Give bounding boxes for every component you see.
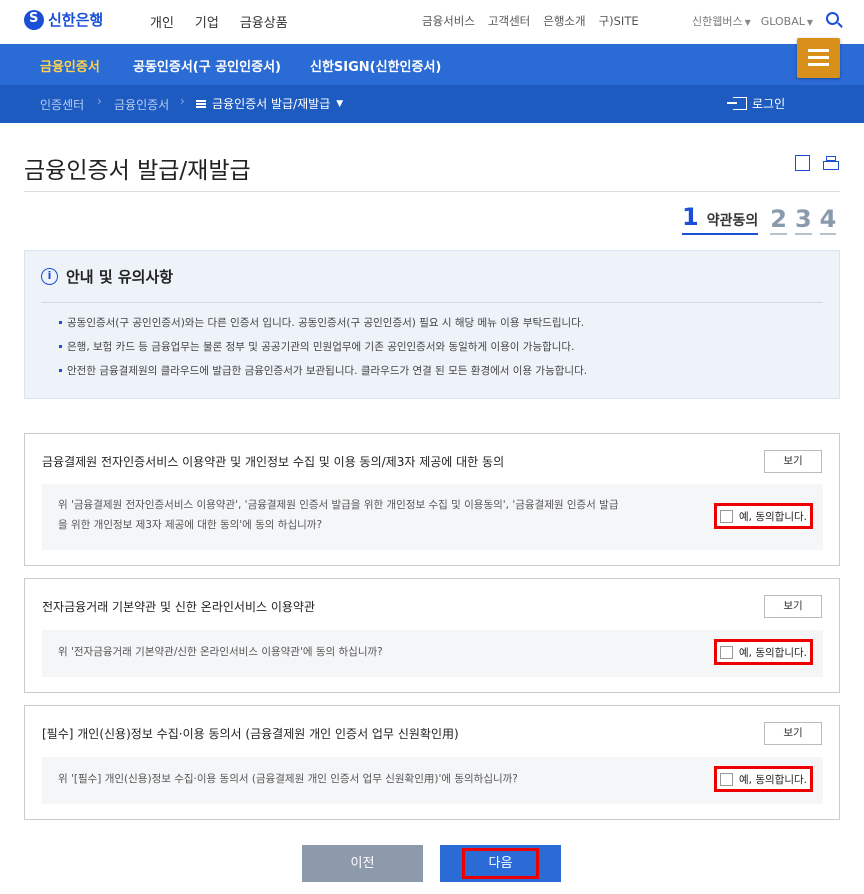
right-utility: 신한웹버스 ▼ GLOBAL ▼	[692, 13, 813, 29]
notice-box: i 안내 및 유의사항 공동인증서(구 공인인증서)와는 다른 인증서 입니다.…	[24, 250, 840, 399]
utility-links: 금융서비스 고객센터 은행소개 구)SITE	[422, 13, 639, 29]
chevron-right-icon: ›	[97, 94, 102, 108]
logo-mark-icon	[24, 9, 44, 30]
agreement-title: 금융결제원 전자인증서비스 이용약관 및 개인정보 수집 및 이용 동의/제3자…	[42, 455, 505, 469]
page-title: 금융인증서 발급/재발급	[24, 158, 251, 184]
step-current: 1 약관동의	[682, 203, 759, 235]
tab-joint-cert[interactable]: 공동인증서(구 공인인증서)	[133, 56, 281, 75]
divider	[24, 191, 840, 192]
view-terms-button[interactable]: 보기	[764, 450, 822, 473]
breadcrumb: 인증센터 › 금융인증서 › 금융인증서 발급/재발급 ▼ 로그인	[0, 85, 864, 123]
view-terms-button[interactable]: 보기	[764, 722, 822, 745]
agreement-question-line: 위 '금융결제원 전자인증서비스 이용약관', '금융결제원 인증서 발급을 위…	[58, 499, 619, 511]
family-site-dropdown[interactable]: 신한웹버스 ▼	[692, 13, 751, 29]
tab-shinhan-sign[interactable]: 신한SIGN(신한인증서)	[310, 56, 441, 75]
text-size-icon[interactable]	[795, 155, 810, 171]
family-site-label: 신한웹버스	[692, 15, 743, 28]
divider	[41, 302, 823, 303]
chevron-down-icon: ▼	[806, 17, 814, 27]
gnb-products[interactable]: 금융상품	[240, 12, 288, 31]
menu-icon	[808, 49, 829, 52]
breadcrumb-cert-center[interactable]: 인증센터	[40, 96, 84, 113]
agreement-question: 위 '금융결제원 전자인증서비스 이용약관', '금융결제원 인증서 발급을 위…	[58, 495, 619, 535]
checkbox[interactable]	[720, 645, 733, 659]
top-bar: 신한은행 개인 기업 금융상품 금융서비스 고객센터 은행소개 구)SITE 신…	[0, 0, 864, 44]
step-indicator: 1 약관동의 2 3 4	[682, 203, 837, 235]
agreement-question: 위 '[필수] 개인(신용)정보 수집·이용 동의서 (금융결제원 개인 인증서…	[58, 773, 518, 785]
list-item: 은행, 보험 카드 등 금융업무는 물론 정부 및 공공기관의 민원업무에 기존…	[59, 339, 587, 363]
agreement-section: [필수] 개인(신용)정보 수집·이용 동의서 (금융결제원 개인 인증서 업무…	[24, 705, 840, 820]
language-label: GLOBAL	[760, 14, 805, 28]
list-item: 안전한 금융결제원의 클라우드에 발급한 금융인증서가 보관됩니다. 클라우드가…	[59, 363, 587, 387]
chevron-down-icon: ▼	[744, 18, 751, 27]
util-financial-services[interactable]: 금융서비스	[422, 13, 475, 29]
notice-list: 공동인증서(구 공인인증서)와는 다른 인증서 입니다. 공동인증서(구 공인인…	[59, 315, 587, 387]
step-4: 4	[819, 205, 837, 235]
list-icon	[196, 99, 206, 108]
primary-tabs: 금융인증서 공동인증서(구 공인인증서) 신한SIGN(신한인증서)	[0, 38, 864, 85]
language-dropdown[interactable]: GLOBAL ▼	[761, 15, 813, 28]
agreement-question-box: 위 '전자금융거래 기본약관/신한 온라인서비스 이용약관'에 동의 하십니까?…	[42, 630, 823, 677]
checkbox[interactable]	[720, 772, 733, 786]
gnb-business[interactable]: 기업	[195, 12, 219, 31]
shinhan-logo[interactable]: 신한은행	[24, 9, 103, 30]
menu-icon-bar	[808, 63, 829, 66]
prev-button[interactable]: 이전	[302, 845, 423, 882]
agree-label: 예, 동의합니다.	[739, 510, 807, 523]
step-label: 약관동의	[706, 213, 759, 229]
info-icon: i	[41, 268, 58, 285]
gnb-personal[interactable]: 개인	[150, 12, 174, 31]
agreement-question: 위 '전자금융거래 기본약관/신한 온라인서비스 이용약관'에 동의 하십니까?	[58, 646, 383, 658]
agreement-title: [필수] 개인(신용)정보 수집·이용 동의서 (금융결제원 개인 인증서 업무…	[42, 727, 459, 741]
step-3: 3	[794, 205, 812, 235]
util-about-bank[interactable]: 은행소개	[543, 13, 585, 29]
menu-icon-bar	[808, 56, 829, 59]
breadcrumb-current-label: 금융인증서 발급/재발급	[212, 97, 331, 111]
agree-label: 예, 동의합니다.	[739, 646, 807, 659]
agree-checkbox[interactable]: 예, 동의합니다.	[714, 639, 813, 665]
agreement-question-box: 위 '금융결제원 전자인증서비스 이용약관', '금융결제원 인증서 발급을 위…	[42, 484, 823, 550]
agreement-question-box: 위 '[필수] 개인(신용)정보 수집·이용 동의서 (금융결제원 개인 인증서…	[42, 757, 823, 804]
login-icon	[727, 97, 747, 110]
agreement-section: 전자금융거래 기본약관 및 신한 온라인서비스 이용약관 보기 위 '전자금융거…	[24, 578, 840, 693]
tab-financial-cert[interactable]: 금융인증서	[40, 56, 100, 75]
util-old-site[interactable]: 구)SITE	[599, 13, 639, 29]
breadcrumb-financial-cert[interactable]: 금융인증서	[114, 96, 169, 113]
agree-checkbox[interactable]: 예, 동의합니다.	[714, 766, 813, 792]
login-button[interactable]: 로그인	[727, 95, 786, 112]
chevron-right-icon: ›	[180, 94, 185, 108]
next-button-label: 다음	[462, 848, 539, 879]
login-label: 로그인	[752, 97, 786, 111]
agree-label: 예, 동의합니다.	[739, 773, 807, 786]
list-item: 공동인증서(구 공인인증서)와는 다른 인증서 입니다. 공동인증서(구 공인인…	[59, 315, 587, 339]
checkbox[interactable]	[720, 509, 733, 523]
view-terms-button[interactable]: 보기	[764, 595, 822, 618]
breadcrumb-current-dropdown[interactable]: 금융인증서 발급/재발급 ▼	[196, 95, 343, 112]
util-customer-center[interactable]: 고객센터	[488, 13, 530, 29]
search-icon[interactable]	[826, 12, 839, 25]
logo-text: 신한은행	[48, 11, 104, 29]
step-number: 1	[682, 203, 699, 231]
step-2: 2	[770, 205, 787, 235]
agreement-question-line: 을 위한 개인정보 제3자 제공에 대한 동의'에 동의 하십니까?	[58, 519, 323, 531]
print-icon[interactable]	[823, 156, 839, 170]
chevron-down-icon: ▼	[336, 98, 344, 109]
agree-checkbox[interactable]: 예, 동의합니다.	[714, 503, 813, 529]
notice-title: 안내 및 유의사항	[66, 268, 174, 286]
all-menu-button[interactable]	[797, 38, 840, 78]
next-button[interactable]: 다음	[440, 845, 561, 882]
global-nav: 개인 기업 금융상품	[150, 12, 288, 31]
agreement-title: 전자금융거래 기본약관 및 신한 온라인서비스 이용약관	[42, 600, 315, 614]
agreement-section: 금융결제원 전자인증서비스 이용약관 및 개인정보 수집 및 이용 동의/제3자…	[24, 433, 840, 566]
